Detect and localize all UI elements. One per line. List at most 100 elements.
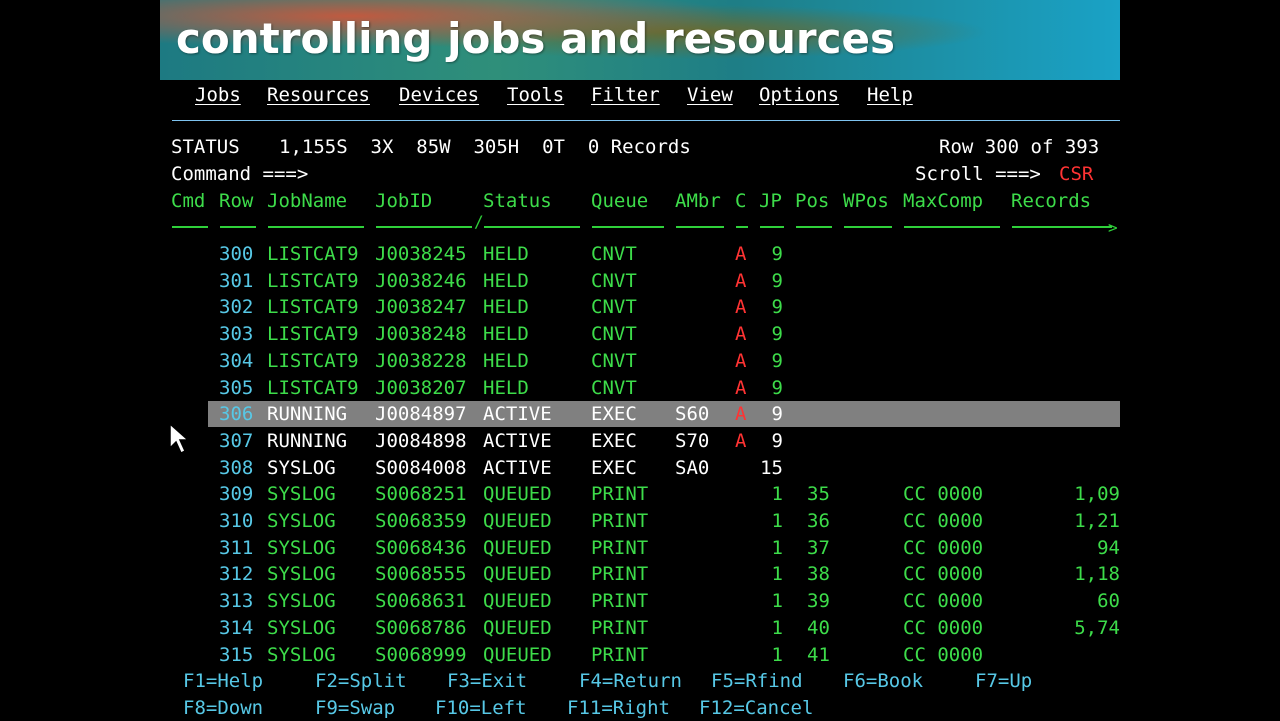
cell-cmd-input[interactable] bbox=[171, 561, 207, 587]
cell-jp: 9 bbox=[771, 403, 783, 426]
cell-c: A bbox=[735, 243, 747, 265]
col-jp[interactable]: JP bbox=[759, 188, 782, 214]
table-row[interactable]: 311 SYSLOG S0068436 QUEUED PRINT 1 37 CC 0000 94 bbox=[160, 535, 1120, 561]
table-row[interactable]: 309 SYSLOG S0068251 QUEUED PRINT 1 35 CC 0000 1,… bbox=[160, 481, 1120, 507]
cell-cmd-input[interactable] bbox=[171, 268, 207, 294]
cell-jobname: SYSLOG bbox=[267, 590, 336, 613]
menu-resources[interactable]: Resources bbox=[267, 82, 370, 108]
col-status[interactable]: Status bbox=[483, 188, 552, 214]
cell-jp: 1 bbox=[771, 616, 783, 639]
menu-tools[interactable]: Tools bbox=[507, 82, 564, 108]
col-maxcomp[interactable]: MaxComp bbox=[903, 188, 983, 214]
table-row[interactable]: 310 SYSLOG S0068359 QUEUED PRINT 1 36 CC 0000 1,… bbox=[160, 508, 1120, 534]
cell-cmd-input[interactable] bbox=[171, 481, 207, 507]
cell-jobname: SYSLOG bbox=[267, 616, 336, 639]
cell-jp: 9 bbox=[771, 349, 783, 372]
cell-jobname: LISTCAT9 bbox=[267, 376, 359, 399]
table-row[interactable]: 305 LISTCAT9 J0038207 HELD CNVT A 9 bbox=[160, 375, 1120, 401]
col-ambr[interactable]: AMbr bbox=[675, 188, 721, 214]
fkey-f2[interactable]: F2=Split bbox=[315, 668, 407, 694]
cell-cmd-input[interactable] bbox=[171, 241, 207, 267]
menu-jobs[interactable]: Jobs bbox=[195, 82, 241, 108]
cell-jp: 1 bbox=[771, 643, 783, 666]
cell-jobid: S0068436 bbox=[375, 536, 467, 559]
cell-row: 303 bbox=[219, 323, 254, 346]
fkey-f8[interactable]: F8=Down bbox=[183, 695, 263, 721]
table-row[interactable]: 300 LISTCAT9 J0038245 HELD CNVT A 9 bbox=[160, 241, 1120, 267]
cell-status: QUEUED bbox=[483, 510, 552, 532]
cell-records bbox=[1012, 241, 1120, 267]
fkey-f10[interactable]: F10=Left bbox=[435, 695, 527, 721]
cell-status: ACTIVE bbox=[483, 429, 552, 452]
col-c[interactable]: C bbox=[735, 188, 746, 214]
table-row[interactable]: 307 RUNNING J0084898 ACTIVE EXEC S70 A 9 bbox=[160, 428, 1120, 454]
banner-title: controlling jobs and resources bbox=[176, 14, 895, 63]
menu-filter[interactable]: Filter bbox=[591, 82, 660, 108]
table-row[interactable]: 315 SYSLOG S0068999 QUEUED PRINT 1 41 CC 0000 bbox=[160, 642, 1120, 668]
cell-jp: 9 bbox=[771, 269, 783, 292]
fkey-f6[interactable]: F6=Book bbox=[843, 668, 923, 694]
row-info: Row 300 of 393 bbox=[939, 136, 1100, 158]
menu-separator bbox=[172, 120, 1120, 121]
cell-records bbox=[1012, 401, 1120, 427]
fkey-f1[interactable]: F1=Help bbox=[183, 668, 263, 694]
table-row[interactable]: 302 LISTCAT9 J0038247 HELD CNVT A 9 bbox=[160, 294, 1120, 320]
fkey-f5[interactable]: F5=Rfind bbox=[711, 668, 803, 694]
fkey-f7[interactable]: F7=Up bbox=[975, 668, 1032, 694]
scroll-input[interactable]: CSR bbox=[1059, 161, 1093, 187]
cell-cmd-input[interactable] bbox=[171, 455, 207, 481]
column-header-row: Cmd Row JobName JobID Status Queue AMbr … bbox=[160, 188, 1120, 214]
table-row[interactable]: 308 SYSLOG S0084008 ACTIVE EXEC SA0 15 bbox=[160, 455, 1120, 481]
cell-maxcomp: CC 0000 bbox=[903, 483, 984, 506]
cell-status: QUEUED bbox=[483, 536, 552, 559]
cell-jobid: J0038247 bbox=[375, 296, 467, 319]
cell-c: A bbox=[735, 269, 747, 292]
cell-c: A bbox=[735, 296, 747, 319]
fkey-f3[interactable]: F3=Exit bbox=[447, 668, 527, 694]
table-row[interactable]: 303 LISTCAT9 J0038248 HELD CNVT A 9 bbox=[160, 321, 1120, 347]
menu-bar: Jobs Resources Devices Tools Filter View… bbox=[160, 82, 1120, 110]
col-pos[interactable]: Pos bbox=[795, 188, 829, 214]
cell-queue: CNVT bbox=[591, 376, 637, 399]
fkey-f4[interactable]: F4=Return bbox=[579, 668, 682, 694]
cell-cmd-input[interactable] bbox=[171, 375, 207, 401]
fkey-f12[interactable]: F12=Cancel bbox=[699, 695, 813, 721]
cell-cmd-input[interactable] bbox=[171, 588, 207, 614]
cell-row: 308 bbox=[219, 456, 254, 479]
col-records[interactable]: Records bbox=[1011, 188, 1091, 214]
menu-view[interactable]: View bbox=[687, 82, 733, 108]
cell-cmd-input[interactable] bbox=[171, 615, 207, 641]
cell-cmd-input[interactable] bbox=[171, 348, 207, 374]
cell-queue: PRINT bbox=[591, 616, 649, 639]
table-row[interactable]: 314 SYSLOG S0068786 QUEUED PRINT 1 40 CC 0000 5,… bbox=[160, 615, 1120, 641]
table-row[interactable]: 306 RUNNING J0084897 ACTIVE EXEC S60 A 9 bbox=[160, 401, 1120, 428]
col-cmd[interactable]: Cmd bbox=[171, 188, 205, 214]
cell-jobname: RUNNING bbox=[267, 403, 348, 426]
fkey-f11[interactable]: F11=Right bbox=[567, 695, 670, 721]
menu-help[interactable]: Help bbox=[867, 82, 913, 108]
menu-options[interactable]: Options bbox=[759, 82, 839, 108]
cell-cmd-input[interactable] bbox=[171, 535, 207, 561]
table-row[interactable]: 312 SYSLOG S0068555 QUEUED PRINT 1 38 CC 0000 1,… bbox=[160, 561, 1120, 587]
cell-cmd-input[interactable] bbox=[171, 294, 207, 320]
cell-cmd-input[interactable] bbox=[171, 642, 207, 668]
table-row[interactable]: 304 LISTCAT9 J0038228 HELD CNVT A 9 bbox=[160, 348, 1120, 374]
cell-records bbox=[1012, 348, 1120, 374]
table-row[interactable]: 313 SYSLOG S0068631 QUEUED PRINT 1 39 CC 0000 60 bbox=[160, 588, 1120, 614]
cell-cmd-input[interactable] bbox=[171, 508, 207, 534]
col-row[interactable]: Row bbox=[219, 188, 253, 214]
command-input[interactable] bbox=[315, 161, 915, 187]
cell-queue: PRINT bbox=[591, 563, 649, 586]
table-row[interactable]: 301 LISTCAT9 J0038246 HELD CNVT A 9 bbox=[160, 268, 1120, 294]
sort-indicator-icon: / bbox=[474, 212, 484, 231]
col-queue[interactable]: Queue bbox=[591, 188, 648, 214]
col-jobid[interactable]: JobID bbox=[375, 188, 432, 214]
col-wpos[interactable]: WPos bbox=[843, 188, 889, 214]
cell-queue: EXEC bbox=[591, 456, 637, 479]
fkey-f9[interactable]: F9=Swap bbox=[315, 695, 395, 721]
cell-cmd-input[interactable] bbox=[171, 321, 207, 347]
menu-devices[interactable]: Devices bbox=[399, 82, 479, 108]
cell-status: HELD bbox=[483, 296, 529, 319]
cell-status: QUEUED bbox=[483, 616, 552, 639]
col-jobname[interactable]: JobName bbox=[267, 188, 347, 214]
